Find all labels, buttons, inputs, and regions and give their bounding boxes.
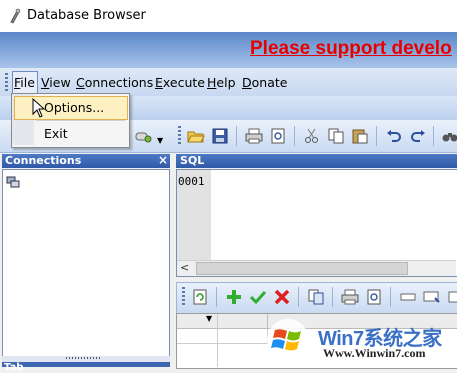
sql-panel-title: SQL [180, 154, 204, 167]
connections-panel-title: Connections [5, 154, 81, 167]
windows-logo-icon [263, 318, 313, 362]
menu-execute-rest: xecute [163, 75, 205, 90]
menu-connections[interactable]: Connections [76, 75, 153, 90]
bottom-panel-header [2, 362, 170, 367]
banner-link[interactable]: Please support develo [250, 38, 452, 60]
menu-donate[interactable]: Donate [242, 75, 287, 90]
bottom-panel-title: Tab [4, 362, 23, 373]
network-server-icon[interactable] [6, 175, 20, 189]
copy-icon[interactable] [326, 126, 346, 146]
column-dropdown-arrow-icon[interactable]: ▼ [206, 314, 212, 323]
paste-icon[interactable] [350, 126, 370, 146]
sql-panel-header [176, 154, 457, 168]
redo-icon[interactable] [408, 126, 428, 146]
commit-check-icon[interactable] [248, 287, 268, 307]
menu-connections-mnemonic: C [76, 75, 85, 90]
menu-donate-rest: onate [252, 75, 288, 90]
menu-help-mnemonic: H [207, 75, 216, 90]
delete-icon[interactable] [272, 287, 292, 307]
binoculars-icon[interactable] [440, 126, 457, 146]
scrollbar-thumb[interactable] [196, 262, 408, 275]
toolbar-separator [390, 287, 391, 307]
grid-column-header[interactable] [177, 314, 268, 329]
print-preview-icon[interactable] [268, 126, 288, 146]
menu-donate-mnemonic: D [242, 75, 252, 90]
menu-help[interactable]: Help [207, 75, 236, 90]
scroll-left-arrow-icon[interactable]: < [180, 261, 189, 274]
menu-item-exit[interactable]: Exit [44, 126, 68, 141]
close-icon[interactable]: × [158, 153, 168, 167]
add-icon[interactable] [224, 287, 244, 307]
print-icon[interactable] [340, 287, 360, 307]
mouse-cursor-icon [32, 98, 46, 118]
field-icon[interactable] [398, 287, 418, 307]
menu-connections-rest: onnections [85, 75, 154, 90]
open-folder-icon[interactable] [186, 126, 206, 146]
menu-help-rest: elp [216, 75, 235, 90]
export-icon[interactable] [306, 287, 326, 307]
menu-view-rest: iew [49, 75, 70, 90]
table-row[interactable] [177, 329, 268, 344]
menu-file-rest: ile [20, 75, 35, 90]
menu-execute[interactable]: Execute [155, 75, 205, 90]
toolbar-separator [298, 287, 299, 307]
toolbar-separator [332, 287, 333, 307]
print-icon[interactable] [244, 126, 264, 146]
toolbar-separator [216, 287, 217, 307]
insert-icon[interactable] [422, 287, 442, 307]
menu-separator [36, 120, 125, 121]
toolbar-separator [294, 126, 295, 146]
refresh-icon[interactable] [190, 287, 210, 307]
toolbar-separator [376, 126, 377, 146]
grid-divider [217, 314, 218, 367]
more-icon[interactable] [444, 287, 457, 307]
window-title: Database Browser [27, 8, 146, 23]
print-preview-icon[interactable] [364, 287, 384, 307]
cut-icon[interactable] [302, 126, 322, 146]
watermark-url: Www.Winwin7.com [323, 346, 425, 361]
toolbar-grip[interactable] [178, 126, 181, 146]
menu-execute-mnemonic: E [155, 75, 163, 90]
menu-view[interactable]: View [41, 75, 71, 90]
splitter-grip[interactable] [66, 357, 102, 359]
toolbar-separator [433, 126, 434, 146]
dropdown-arrow-icon[interactable]: ▼ [157, 136, 163, 145]
menu-grip-handle[interactable] [5, 73, 8, 91]
toolbar-grip[interactable] [182, 287, 185, 307]
save-icon[interactable] [210, 126, 230, 146]
line-number: 0001 [178, 175, 205, 188]
menu-item-options-label: Options... [44, 100, 104, 115]
toolbar-separator [236, 126, 237, 146]
undo-icon[interactable] [384, 126, 404, 146]
db-connect-icon[interactable] [133, 126, 153, 146]
menu-file[interactable]: File [14, 75, 35, 90]
connections-tree[interactable] [2, 169, 170, 358]
app-icon [8, 8, 22, 24]
